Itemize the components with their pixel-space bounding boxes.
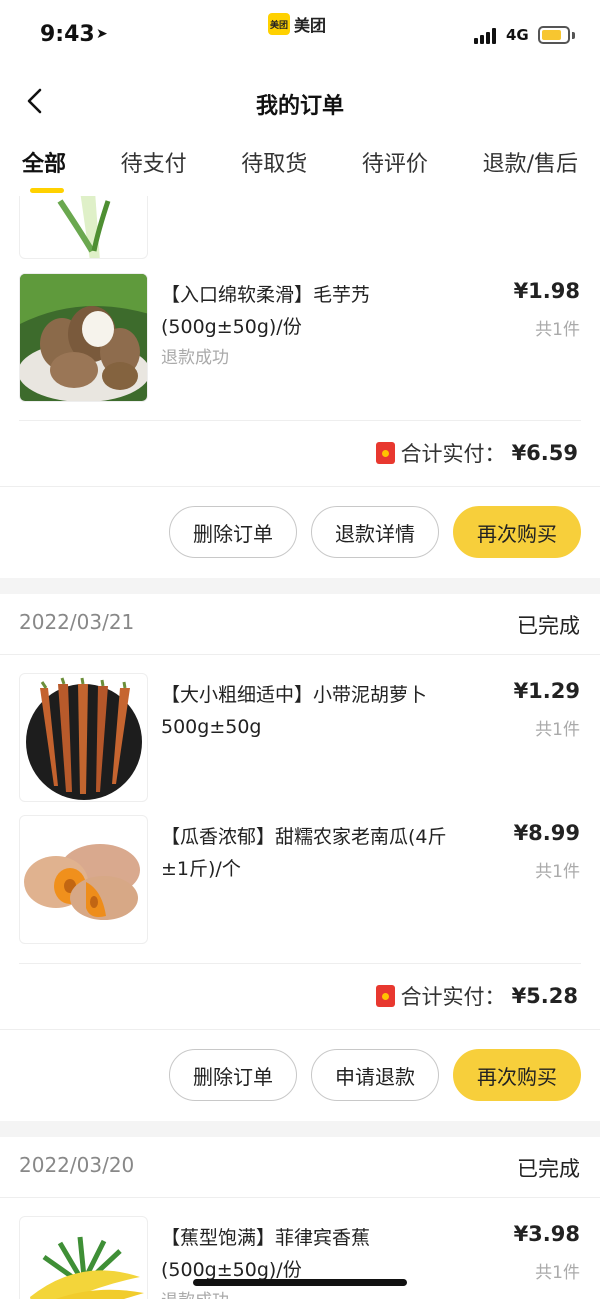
tab-refund-aftersale[interactable]: 退款/售后 <box>483 140 578 196</box>
nav-bar: 我的订单 <box>0 70 600 134</box>
tab-active-indicator <box>30 188 64 193</box>
total-value: ¥6.59 <box>511 441 578 465</box>
total-label: 合计实付： <box>400 985 506 1009</box>
list-item[interactable]: 【大小粗细适中】小带泥胡萝卜500g±50g ¥1.29 共1件 <box>0 673 600 803</box>
product-price: ¥1.98 <box>513 279 580 303</box>
refund-status: 退款成功 <box>161 1286 229 1299</box>
divider <box>19 420 581 421</box>
tab-label: 退款/售后 <box>482 152 578 177</box>
product-image-carrot <box>19 673 148 802</box>
divider <box>0 654 600 655</box>
product-quantity: 共1件 <box>535 720 580 740</box>
order-total: 合计实付： ¥5.28 <box>375 981 578 1011</box>
status-app-name: 美团 <box>294 16 327 35</box>
product-price: ¥1.29 <box>513 679 580 703</box>
battery-icon <box>538 26 570 44</box>
order-tabs: 全部 待支付 待取货 待评价 退款/售后 <box>0 140 600 196</box>
order-status: 已完成 <box>517 614 580 638</box>
product-image-taro <box>19 273 148 402</box>
page-title: 我的订单 <box>255 94 344 119</box>
network-type: 4G <box>506 26 529 44</box>
order-header[interactable]: 2022/03/21 已完成 <box>0 594 600 652</box>
list-item[interactable]: 【入口绵软柔滑】毛芋艿(500g±50g)/份 退款成功 ¥1.98 共1件 <box>0 273 600 403</box>
order-actions: 删除订单 申请退款 再次购买 <box>169 1049 581 1101</box>
delete-order-button[interactable]: 删除订单 <box>169 506 297 558</box>
divider <box>0 1197 600 1198</box>
buy-again-button[interactable]: 再次购买 <box>453 1049 581 1101</box>
refund-details-button[interactable]: 退款详情 <box>311 506 439 558</box>
product-price: ¥8.99 <box>513 821 580 845</box>
status-time: 9:43 <box>40 22 95 47</box>
product-price: ¥3.98 <box>513 1222 580 1246</box>
divider <box>19 963 581 964</box>
tab-pending-pickup[interactable]: 待取货 <box>241 140 307 196</box>
list-item[interactable]: 【蕉型饱满】菲律宾香蕉(500g±50g)/份 退款成功 ¥3.98 共1件 <box>0 1216 600 1299</box>
status-bar: 9:43 ➤ 美团 美团 4G <box>0 0 600 70</box>
section-gap <box>0 578 600 594</box>
divider <box>0 486 600 487</box>
list-item[interactable] <box>0 196 600 260</box>
divider <box>0 1029 600 1030</box>
section-gap <box>0 1121 600 1137</box>
order-actions: 删除订单 退款详情 再次购买 <box>169 506 581 558</box>
total-label: 合计实付： <box>400 442 506 466</box>
product-quantity: 共1件 <box>535 862 580 882</box>
product-name: 【蕉型饱满】菲律宾香蕉(500g±50g)/份 <box>161 1227 371 1281</box>
product-name: 【入口绵软柔滑】毛芋艿(500g±50g)/份 <box>161 284 371 338</box>
tab-label: 待支付 <box>120 152 187 177</box>
home-indicator[interactable] <box>193 1279 407 1286</box>
product-image-greens <box>19 196 148 259</box>
refund-status: 退款成功 <box>161 348 229 368</box>
product-image-banana <box>19 1216 148 1299</box>
tab-label: 待取货 <box>241 152 308 177</box>
product-quantity: 共1件 <box>535 1263 580 1283</box>
order-list[interactable]: 【入口绵软柔滑】毛芋艿(500g±50g)/份 退款成功 ¥1.98 共1件 合… <box>0 196 600 1299</box>
total-value: ¥5.28 <box>511 984 578 1008</box>
tab-all[interactable]: 全部 <box>22 140 66 196</box>
order-date: 2022/03/21 <box>19 610 135 634</box>
status-app-indicator: 美团 美团 <box>268 12 326 36</box>
order-status: 已完成 <box>517 1157 580 1181</box>
order-header[interactable]: 2022/03/20 已完成 <box>0 1137 600 1195</box>
tab-label: 全部 <box>22 152 67 177</box>
signal-icon <box>474 28 496 44</box>
order-date: 2022/03/20 <box>19 1153 135 1177</box>
product-image-pumpkin <box>19 815 148 944</box>
order-total: 合计实付： ¥6.59 <box>375 438 578 468</box>
product-name: 【大小粗细适中】小带泥胡萝卜500g±50g <box>161 684 428 738</box>
battery-cap <box>572 32 575 39</box>
list-item[interactable]: 【瓜香浓郁】甜糯农家老南瓜(4斤±1斤)/个 ¥8.99 共1件 <box>0 815 600 945</box>
location-arrow-icon: ➤ <box>96 26 108 42</box>
product-quantity: 共1件 <box>535 320 580 340</box>
tab-pending-review[interactable]: 待评价 <box>362 140 428 196</box>
red-packet-icon <box>375 985 395 1007</box>
tab-label: 待评价 <box>361 152 428 177</box>
meituan-logo-icon: 美团 <box>268 13 290 35</box>
product-name: 【瓜香浓郁】甜糯农家老南瓜(4斤±1斤)/个 <box>161 826 447 880</box>
red-packet-icon <box>375 442 395 464</box>
buy-again-button[interactable]: 再次购买 <box>453 506 581 558</box>
apply-refund-button[interactable]: 申请退款 <box>311 1049 439 1101</box>
tab-pending-payment[interactable]: 待支付 <box>121 140 187 196</box>
delete-order-button[interactable]: 删除订单 <box>169 1049 297 1101</box>
